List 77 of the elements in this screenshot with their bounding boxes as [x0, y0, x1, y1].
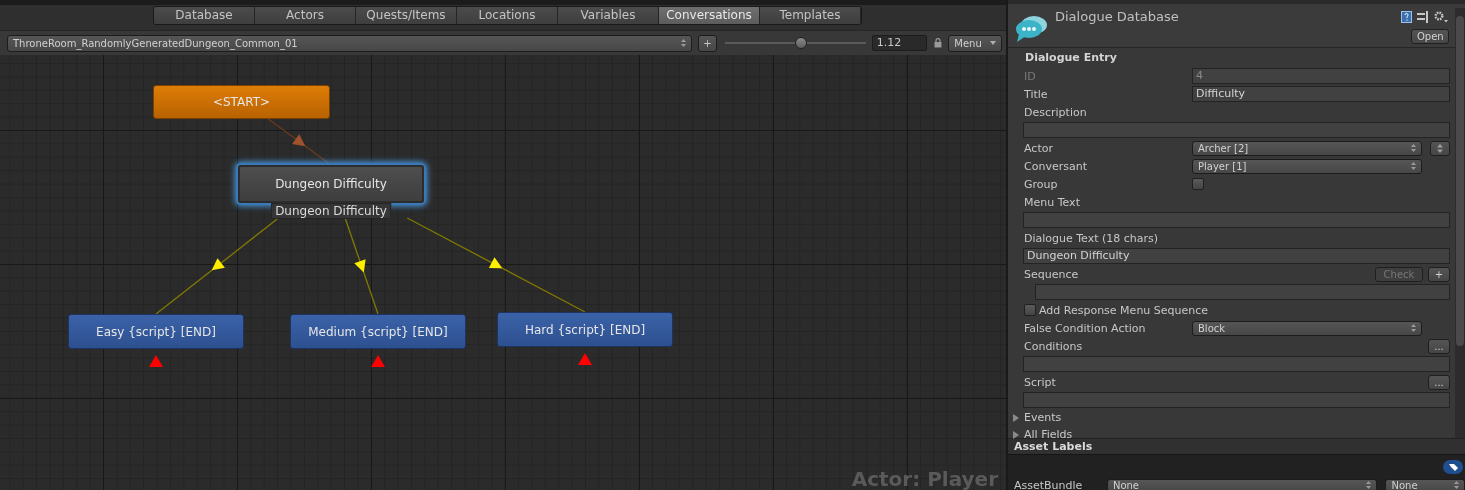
checkbox-label: Add Response Menu Sequence — [1039, 303, 1209, 317]
up-down-arrows-icon — [680, 39, 686, 47]
swap-button[interactable] — [1430, 140, 1450, 156]
field-label: False Condition Action — [1024, 321, 1147, 335]
tab[interactable]: Locations — [457, 7, 558, 24]
up-down-arrows-icon — [1454, 481, 1459, 489]
asset-labels-header: Asset Labels — [1008, 438, 1465, 455]
connector-arrow — [267, 118, 332, 166]
end-node[interactable]: Easy {script} [END] — [68, 314, 244, 349]
field-label: AssetBundle — [1014, 478, 1084, 490]
field-label: Dialogue Text (18 chars) — [1024, 231, 1160, 245]
field-label: Title — [1024, 87, 1049, 101]
add-button[interactable]: + — [697, 34, 717, 52]
checkbox[interactable] — [1024, 304, 1036, 316]
text-area[interactable] — [1023, 212, 1450, 228]
field-button[interactable]: + — [1428, 266, 1450, 282]
text-area[interactable] — [1023, 392, 1450, 408]
field-button[interactable]: ... — [1428, 338, 1450, 354]
help-book-icon[interactable] — [1401, 11, 1412, 23]
dropdown[interactable]: Block — [1192, 320, 1422, 336]
field-label: Menu Text — [1024, 195, 1081, 209]
end-marker-icon — [578, 353, 592, 365]
foldout-label[interactable]: Events — [1024, 411, 1062, 424]
up-down-arrows-icon — [1411, 324, 1416, 332]
field-label: Sequence — [1024, 267, 1080, 281]
tab[interactable]: Actors — [255, 7, 356, 24]
foldout-label[interactable]: All Fields — [1024, 428, 1073, 441]
up-down-arrows-icon — [1411, 162, 1416, 170]
field-label: Actor — [1024, 141, 1054, 155]
open-button[interactable]: Open — [1411, 29, 1449, 44]
tab[interactable]: Database — [154, 7, 255, 24]
zoom-slider[interactable] — [724, 37, 866, 49]
lock-icon[interactable] — [934, 38, 943, 48]
field-label: Conversant — [1024, 159, 1088, 173]
disclosure-triangle-icon[interactable] — [1012, 413, 1020, 422]
chat-bubbles-icon — [1015, 14, 1049, 44]
field-button[interactable]: ... — [1428, 374, 1450, 390]
text-area[interactable]: Dungeon Difficulty — [1023, 248, 1450, 264]
dropdown[interactable]: Player [1] — [1192, 158, 1422, 174]
field-label: Conditions — [1024, 339, 1084, 353]
checkbox[interactable] — [1192, 178, 1204, 190]
field-label: Group — [1024, 177, 1059, 191]
tag-icon[interactable] — [1443, 460, 1463, 474]
disclosure-triangle-icon[interactable] — [1012, 430, 1020, 439]
field-label: Script — [1024, 375, 1057, 389]
zoom-field[interactable]: 1.12 — [871, 35, 928, 51]
section-heading: Dialogue Entry — [1024, 50, 1118, 66]
tab[interactable]: Templates — [760, 7, 861, 24]
start-node[interactable]: <START> — [153, 85, 330, 119]
dropdown[interactable]: Archer [2] — [1192, 140, 1422, 156]
dialogue-node[interactable]: Dungeon Difficulty — [238, 165, 424, 203]
caret-icon — [990, 41, 996, 45]
text-field[interactable]: Difficulty — [1192, 86, 1450, 102]
preset-sliders-icon[interactable] — [1417, 11, 1429, 23]
settings-icon[interactable] — [1434, 11, 1448, 23]
node-caption: Dungeon Difficulty — [271, 203, 391, 219]
field-label: ID — [1024, 69, 1037, 83]
end-marker-icon — [149, 355, 163, 367]
text-area[interactable] — [1023, 356, 1450, 372]
end-node[interactable]: Medium {script} [END] — [290, 314, 466, 349]
tab[interactable]: Variables — [558, 7, 659, 24]
end-marker-icon — [371, 355, 385, 367]
conversation-dropdown[interactable]: ThroneRoom_RandomlyGeneratedDungeon_Common_01 — [7, 34, 692, 52]
slider-thumb[interactable] — [794, 37, 807, 49]
end-node[interactable]: Hard {script} [END] — [497, 312, 673, 347]
field-label: Description — [1024, 105, 1088, 119]
up-down-arrows-icon — [1366, 481, 1372, 489]
tab[interactable]: Quests/Items — [356, 7, 457, 24]
inspector-title: Dialogue Database — [1055, 9, 1179, 24]
menu-dropdown[interactable]: Menu — [948, 34, 1002, 52]
up-down-arrows-icon — [1411, 144, 1416, 152]
dropdown[interactable]: None — [1385, 478, 1465, 490]
tab[interactable]: Conversations — [659, 7, 760, 24]
scrollbar[interactable] — [1455, 8, 1465, 438]
dropdown[interactable]: None — [1106, 478, 1378, 490]
text-area[interactable] — [1035, 284, 1450, 300]
up-down-arrows-icon — [1437, 143, 1443, 153]
